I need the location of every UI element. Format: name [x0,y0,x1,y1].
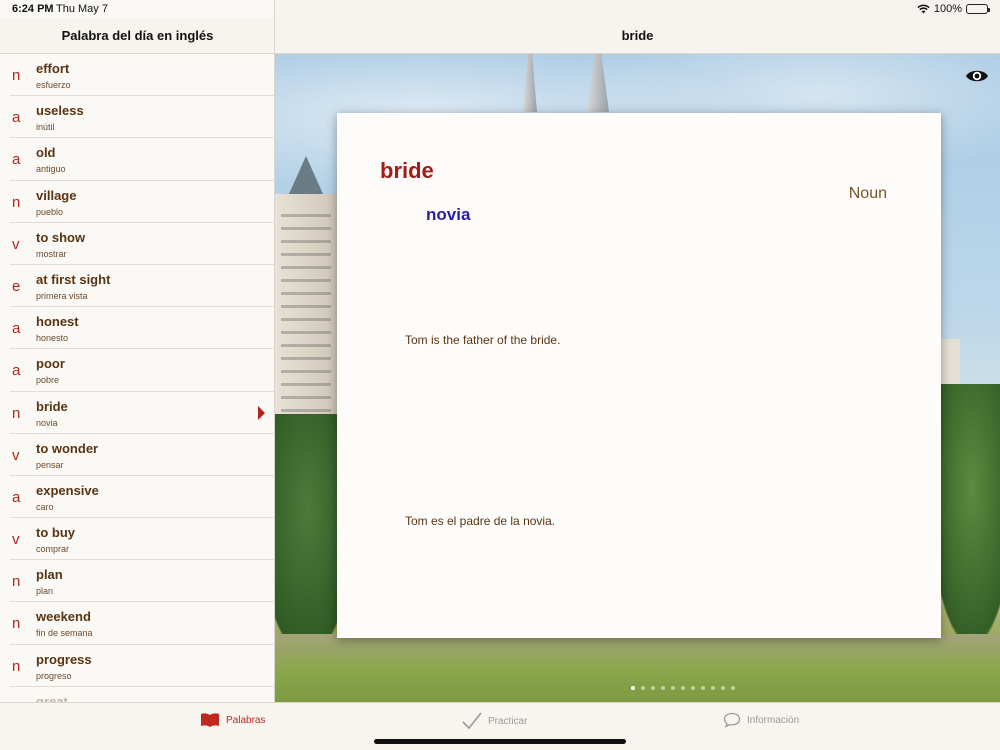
word-spanish: honesto [36,333,69,344]
word-english: effort [36,61,70,76]
word-spanish: primera vista [36,290,88,301]
word-part-of-speech: a [12,151,21,169]
selected-arrow-icon [258,405,265,420]
word-spanish: fin de semana [36,628,93,639]
word-part-of-speech: n [12,193,21,211]
word-spanish: progreso [36,670,72,681]
word-spanish: antiguo [36,164,66,175]
eye-icon[interactable] [964,66,990,86]
word-list: n effort esfuerzo a useless inútil a old antiguo… [0,54,274,750]
word-list-item[interactable]: n plan plan [10,560,274,603]
status-time: 6:24 PM [12,3,54,15]
word-part-of-speech: a [12,362,21,380]
word-part-of-speech: v [12,446,20,464]
status-date: Thu May 7 [56,3,108,15]
word-list-item[interactable]: v to wonder pensar [10,434,274,476]
word-part-of-speech: v [12,531,20,549]
word-english: plan [36,567,63,583]
battery-icon [966,4,990,14]
word-list-item[interactable]: e at first sight primera vista [10,265,274,308]
word-list-item[interactable]: a honest honesto [10,307,274,350]
book-icon [201,713,219,727]
card-word: bride [380,158,434,183]
word-part-of-speech: n [12,404,21,422]
tab-words[interactable]: Palabras [200,712,265,728]
battery-percent: 100% [933,3,962,15]
word-spanish: plan [36,586,54,597]
tab-words-label: Palabras [226,714,266,726]
word-spanish: esfuerzo [36,80,71,90]
word-part-of-speech: n [12,573,21,591]
word-english: to buy [36,525,75,541]
home-indicator[interactable] [374,739,626,744]
detail-title: bride [275,18,1000,54]
tab-practice-label: Practicar [488,715,528,727]
sidebar-title: Palabra del día en inglés [0,18,274,54]
word-list-item[interactable]: v to show mostrar [10,223,274,265]
word-english: village [36,187,77,203]
card-part-of-speech: Noun [848,185,887,202]
word-part-of-speech: a [12,109,21,127]
word-spanish: inútil [36,122,55,133]
speech-bubble-icon [723,712,741,728]
word-english: useless [36,103,84,119]
word-english: to show [36,229,86,245]
wifi-icon [917,4,930,14]
word-list-item[interactable]: a expensive caro [10,476,274,519]
word-spanish: pueblo [36,206,64,217]
word-list-item[interactable]: a old antiguo [10,138,274,181]
word-list-item[interactable]: n weekend fin de semana [10,602,274,645]
status-bar: 6:24 PM Thu May 7 100% [0,0,1000,18]
word-list-item[interactable]: a useless inútil [10,96,274,139]
word-english: old [36,145,56,161]
word-part-of-speech: n [12,67,21,84]
word-part-of-speech: e [12,277,21,295]
word-spanish: pensar [36,459,64,470]
word-part-of-speech: a [12,488,21,506]
word-part-of-speech: v [12,235,20,253]
word-spanish: pobre [36,375,60,386]
word-card: bride Noun novia Tom is the father of th… [337,113,941,638]
word-list-item[interactable]: n effort esfuerzo [10,54,274,97]
status-right: 100% [917,3,990,15]
card-translation: novia [426,205,471,224]
card-example-english: Tom is the father of the bride. [405,333,561,347]
word-english: bride [36,398,68,414]
word-english: at first sight [36,271,111,287]
word-spanish: mostrar [36,248,67,259]
word-list-item[interactable]: v to buy comprar [10,518,274,561]
word-list-item[interactable]: a poor pobre [10,349,274,392]
page-indicator[interactable] [631,686,735,690]
tab-info[interactable]: Información [723,712,799,728]
tab-info-label: Información [747,714,800,726]
word-part-of-speech: n [12,657,21,675]
checkmark-icon [462,712,482,730]
word-list-item[interactable]: n bride novia [10,392,274,434]
word-list-item[interactable]: n progress progreso [10,645,274,687]
word-english: honest [36,314,79,330]
sidebar: Palabra del día en inglés n effort esfuerz… [0,0,275,750]
word-english: to wonder [36,440,99,456]
word-english: expensive [36,482,99,498]
word-spanish: novia [36,417,58,428]
tab-practice[interactable]: Practicar [462,712,527,730]
word-english: progress [36,651,92,667]
card-example-spanish: Tom es el padre de la novia. [405,514,556,528]
word-list-item[interactable]: n village pueblo [10,181,274,223]
word-spanish: caro [36,501,54,512]
word-english: poor [36,356,65,372]
word-spanish: comprar [36,544,70,555]
word-part-of-speech: n [12,615,21,633]
word-part-of-speech: a [12,320,21,338]
word-english: weekend [36,609,91,625]
